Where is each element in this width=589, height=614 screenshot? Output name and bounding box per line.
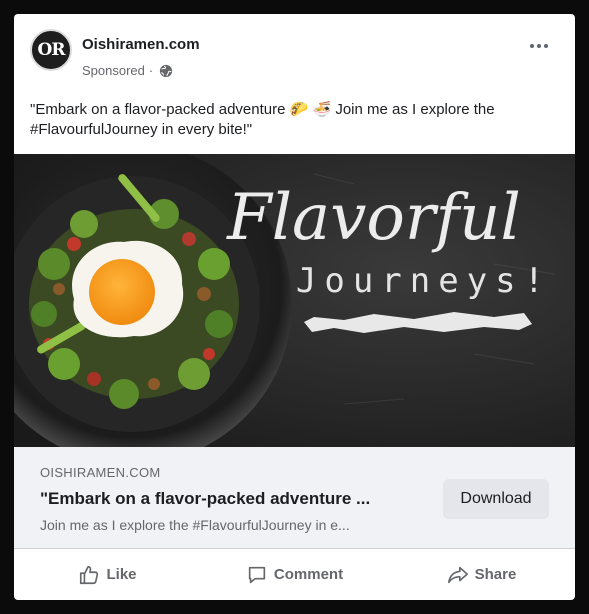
like-button[interactable]: Like	[14, 549, 201, 600]
separator-dot: ·	[148, 63, 154, 78]
ad-headline: Flavorful	[226, 181, 521, 255]
sponsored-row: Sponsored ·	[82, 63, 173, 78]
link-description: Join me as I explore the #FlavourfulJour…	[40, 517, 350, 533]
ad-image[interactable]: Flavorful Journeys!	[14, 154, 575, 447]
like-icon	[80, 565, 99, 584]
like-label: Like	[106, 566, 137, 583]
link-preview[interactable]: OISHIRAMEN.COM "Embark on a flavor-packe…	[14, 447, 575, 548]
link-title[interactable]: "Embark on a flavor-packed adventure ...	[40, 489, 410, 509]
ad-post-card: OR Oishiramen.com Sponsored · "Embark on…	[14, 14, 575, 600]
page-name-link[interactable]: Oishiramen.com	[82, 36, 200, 53]
link-domain: OISHIRAMEN.COM	[40, 465, 161, 480]
ad-subheadline: Journeys!	[296, 261, 552, 301]
post-header: OR Oishiramen.com Sponsored ·	[14, 14, 575, 84]
comment-label: Comment	[273, 566, 344, 583]
post-message: "Embark on a flavor-packed adventure 🌮 🍜…	[30, 101, 495, 138]
more-options-icon[interactable]	[525, 34, 553, 58]
comment-icon	[248, 566, 266, 583]
share-label: Share	[474, 566, 517, 583]
share-button[interactable]: Share	[388, 549, 575, 600]
download-button[interactable]: Download	[443, 479, 549, 519]
share-icon	[447, 566, 468, 583]
globe-icon	[160, 64, 173, 77]
post-actions-bar: Like Comment Share	[14, 548, 575, 600]
ad-image-graphic: Flavorful Journeys!	[14, 154, 575, 447]
comment-button[interactable]: Comment	[201, 549, 388, 600]
sponsored-label[interactable]: Sponsored	[82, 63, 145, 78]
page-avatar[interactable]: OR	[30, 29, 72, 71]
fried-egg	[72, 240, 184, 338]
